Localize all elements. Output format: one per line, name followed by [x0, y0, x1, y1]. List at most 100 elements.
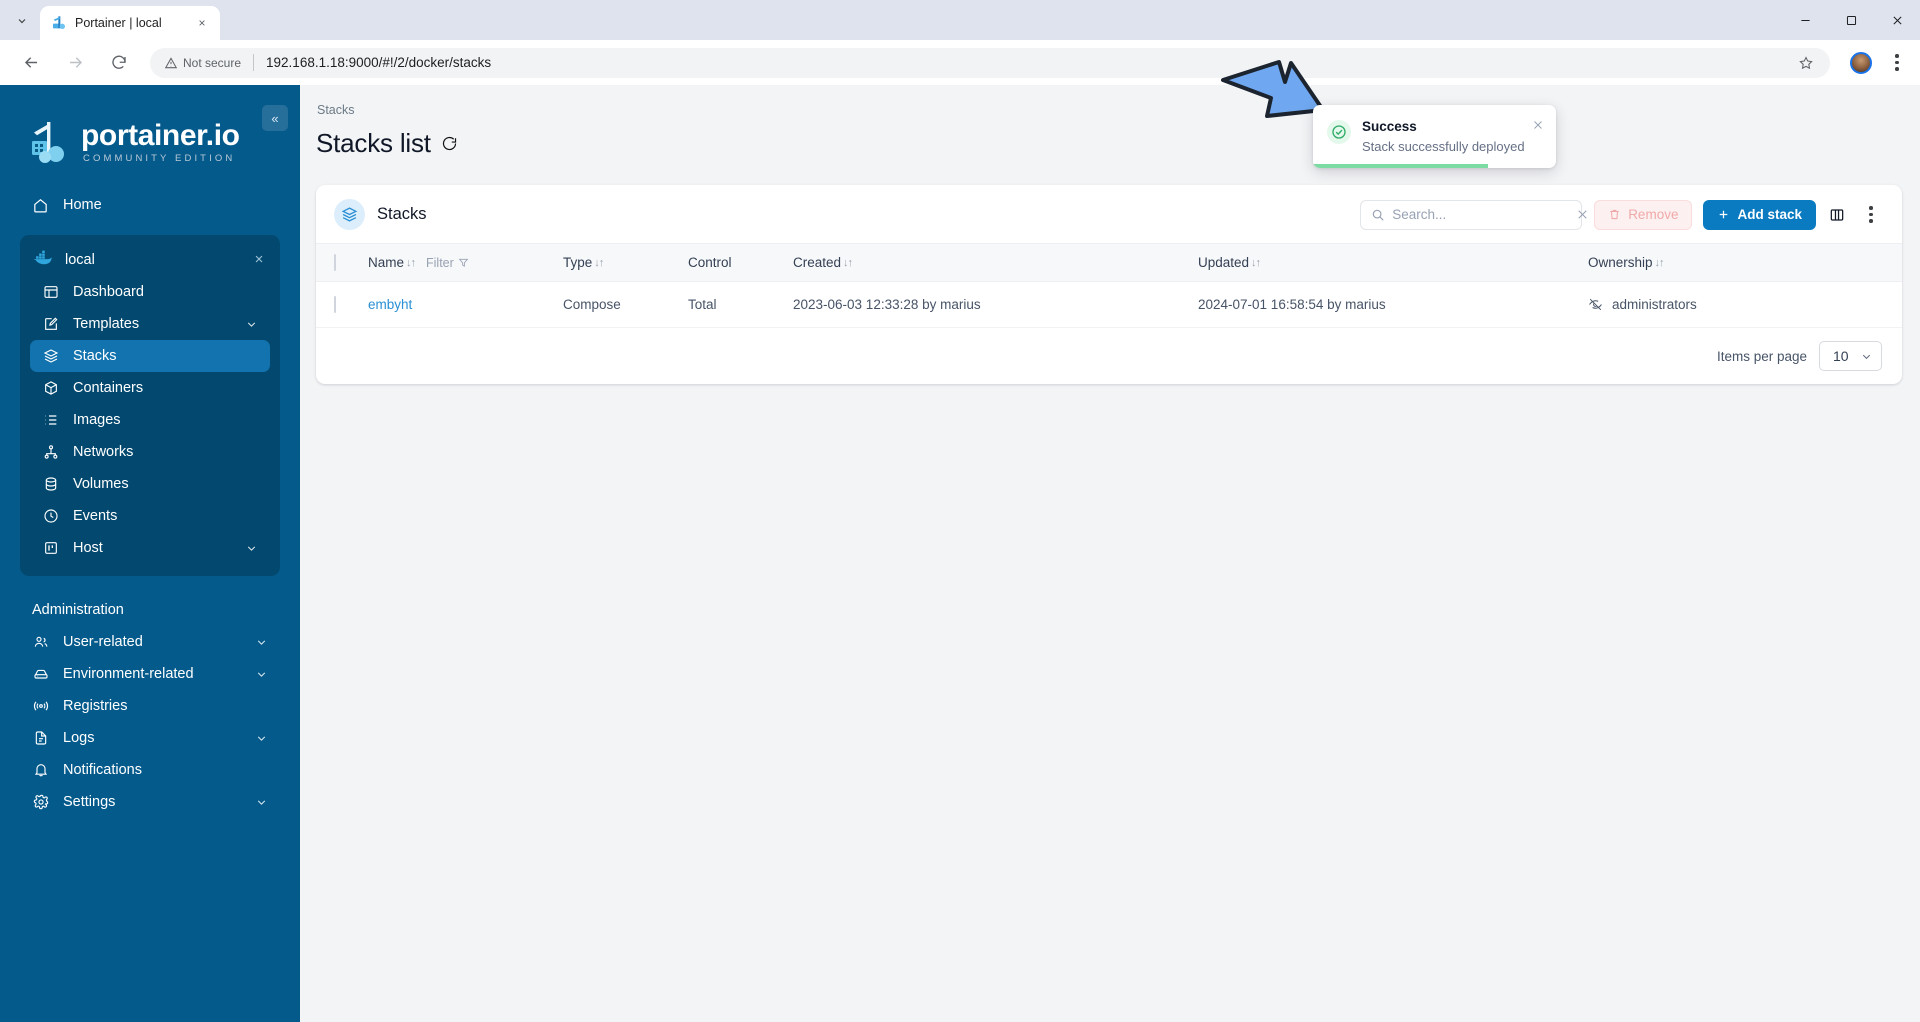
breadcrumb[interactable]: Stacks [316, 103, 1902, 117]
column-header-created[interactable]: Created ↓↑ [783, 243, 1188, 282]
sidebar-item-home[interactable]: Home [20, 189, 280, 221]
close-icon[interactable]: × [194, 15, 210, 31]
stacks-table: Name ↓↑ Filter Type ↓↑ Control Created ↓… [316, 243, 1902, 328]
cell-type: Compose [553, 281, 678, 328]
sidebar-item-notifications[interactable]: Notifications [20, 754, 280, 786]
add-stack-button-label: Add stack [1737, 207, 1802, 222]
back-icon[interactable] [15, 47, 47, 79]
add-stack-button[interactable]: Add stack [1703, 199, 1816, 230]
registries-icon [32, 698, 49, 715]
docker-icon [32, 249, 53, 270]
chevron-down-icon[interactable] [245, 318, 258, 331]
window-close-button[interactable] [1874, 0, 1920, 40]
browser-chrome: Portainer | local × Not secure 192.168.1… [0, 0, 1920, 85]
sidebar-item-dashboard[interactable]: Dashboard [30, 276, 270, 308]
sort-icon[interactable]: ↓↑ [843, 257, 853, 269]
sidebar-item-label: User-related [63, 634, 143, 650]
sidebar-item-host[interactable]: Host [30, 532, 270, 564]
chevron-down-icon[interactable] [255, 668, 268, 681]
kebab-menu-icon[interactable] [1884, 47, 1910, 79]
sidebar-environment-header[interactable]: local × [20, 243, 280, 276]
sidebar-collapse-button[interactable]: « [262, 105, 288, 131]
items-per-page-select[interactable]: 10 [1819, 341, 1882, 371]
sidebar-item-templates[interactable]: Templates [30, 308, 270, 340]
search-input[interactable] [1392, 207, 1570, 222]
sidebar-nav-admin: User-related Environment-related Registr… [0, 626, 300, 818]
portainer-logo[interactable]: portainer.io COMMUNITY EDITION [0, 105, 300, 165]
sidebar-item-label: Volumes [73, 476, 129, 492]
sort-icon[interactable]: ↓↑ [1251, 257, 1261, 269]
close-icon[interactable]: × [252, 251, 266, 268]
clear-search-icon[interactable] [1576, 208, 1589, 221]
star-icon[interactable] [1794, 51, 1818, 75]
search-input-wrapper[interactable] [1360, 199, 1587, 230]
column-header-name[interactable]: Name ↓↑ Filter [358, 243, 553, 282]
sidebar-item-events[interactable]: Events [30, 500, 270, 532]
browser-toolbar: Not secure 192.168.1.18:9000/#!/2/docker… [0, 40, 1920, 85]
cell-updated: 2024-07-01 16:58:54 by marius [1188, 281, 1578, 328]
card-more-kebab-menu-icon[interactable] [1858, 201, 1884, 229]
success-toast[interactable]: Success Stack successfully deployed [1313, 105, 1556, 168]
columns-layout-icon[interactable] [1824, 201, 1850, 229]
sidebar-item-images[interactable]: Images [30, 404, 270, 436]
check-circle-icon [1327, 120, 1351, 144]
sidebar-item-label: Host [73, 540, 103, 556]
table-row[interactable]: embyht Compose Total 2023-06-03 12:33:28… [316, 281, 1902, 328]
browser-tab[interactable]: Portainer | local × [40, 6, 220, 40]
sidebar-item-settings[interactable]: Settings [20, 786, 280, 818]
table-header: Name ↓↑ Filter Type ↓↑ Control Created ↓… [316, 243, 1902, 282]
security-label: Not secure [183, 55, 242, 70]
sidebar-item-environment-related[interactable]: Environment-related [20, 658, 280, 690]
window-minimize-button[interactable] [1782, 0, 1828, 40]
tab-list-chevron-down-icon[interactable] [8, 7, 36, 35]
sidebar-item-label: Containers [73, 380, 144, 396]
sort-icon[interactable]: ↓↑ [406, 257, 416, 269]
sidebar-item-networks[interactable]: Networks [30, 436, 270, 468]
networks-icon [42, 444, 59, 461]
close-icon[interactable] [1532, 119, 1544, 133]
app-root: « portainer.io COMMUNITY EDITION Home lo… [0, 60, 1920, 1022]
address-bar[interactable]: Not secure 192.168.1.18:9000/#!/2/docker… [150, 47, 1830, 78]
templates-icon [42, 316, 59, 333]
trash-icon [1608, 208, 1621, 221]
logo-title: portainer.io [81, 118, 240, 152]
sort-icon[interactable]: ↓↑ [594, 257, 604, 269]
forward-icon[interactable] [59, 47, 91, 79]
remove-button[interactable]: Remove [1594, 199, 1693, 230]
name-filter[interactable]: Filter [426, 256, 469, 270]
row-checkbox[interactable] [334, 296, 336, 313]
column-header-updated[interactable]: Updated ↓↑ [1188, 243, 1578, 282]
sidebar-item-user-related[interactable]: User-related [20, 626, 280, 658]
column-header-ownership[interactable]: Ownership ↓↑ [1578, 243, 1902, 282]
sidebar-item-label: Events [73, 508, 118, 524]
sidebar-item-volumes[interactable]: Volumes [30, 468, 270, 500]
main-content: Stacks Stacks list Stacks Search... Remo… [300, 85, 1920, 1022]
sidebar: « portainer.io COMMUNITY EDITION Home lo… [0, 85, 300, 1022]
avatar[interactable] [1850, 51, 1872, 74]
containers-icon [42, 380, 59, 397]
chevron-down-icon[interactable] [255, 732, 268, 745]
chevron-down-icon[interactable] [255, 796, 268, 809]
reload-icon[interactable] [103, 47, 135, 79]
refresh-icon[interactable] [441, 135, 458, 152]
chevron-down-icon[interactable] [255, 636, 268, 649]
host-icon [42, 540, 59, 557]
sidebar-item-stacks[interactable]: Stacks [30, 340, 270, 372]
sort-icon[interactable]: ↓↑ [1655, 257, 1665, 269]
events-icon [42, 508, 59, 525]
stack-name-link[interactable]: embyht [368, 297, 412, 312]
sidebar-item-containers[interactable]: Containers [30, 372, 270, 404]
column-header-type[interactable]: Type ↓↑ [553, 243, 678, 282]
chevron-down-icon[interactable] [245, 542, 258, 555]
chevron-down-icon [1860, 350, 1873, 363]
sidebar-item-logs[interactable]: Logs [20, 722, 280, 754]
sidebar-item-registries[interactable]: Registries [20, 690, 280, 722]
search-icon [1371, 208, 1385, 222]
page-title: Stacks list [316, 128, 1902, 159]
sidebar-item-label: Templates [73, 316, 140, 332]
column-header-control[interactable]: Control [678, 243, 783, 282]
security-status[interactable]: Not secure [164, 56, 241, 70]
select-all-checkbox[interactable] [334, 254, 336, 271]
window-maximize-button[interactable] [1828, 0, 1874, 40]
sidebar-item-label: Environment-related [63, 666, 194, 682]
